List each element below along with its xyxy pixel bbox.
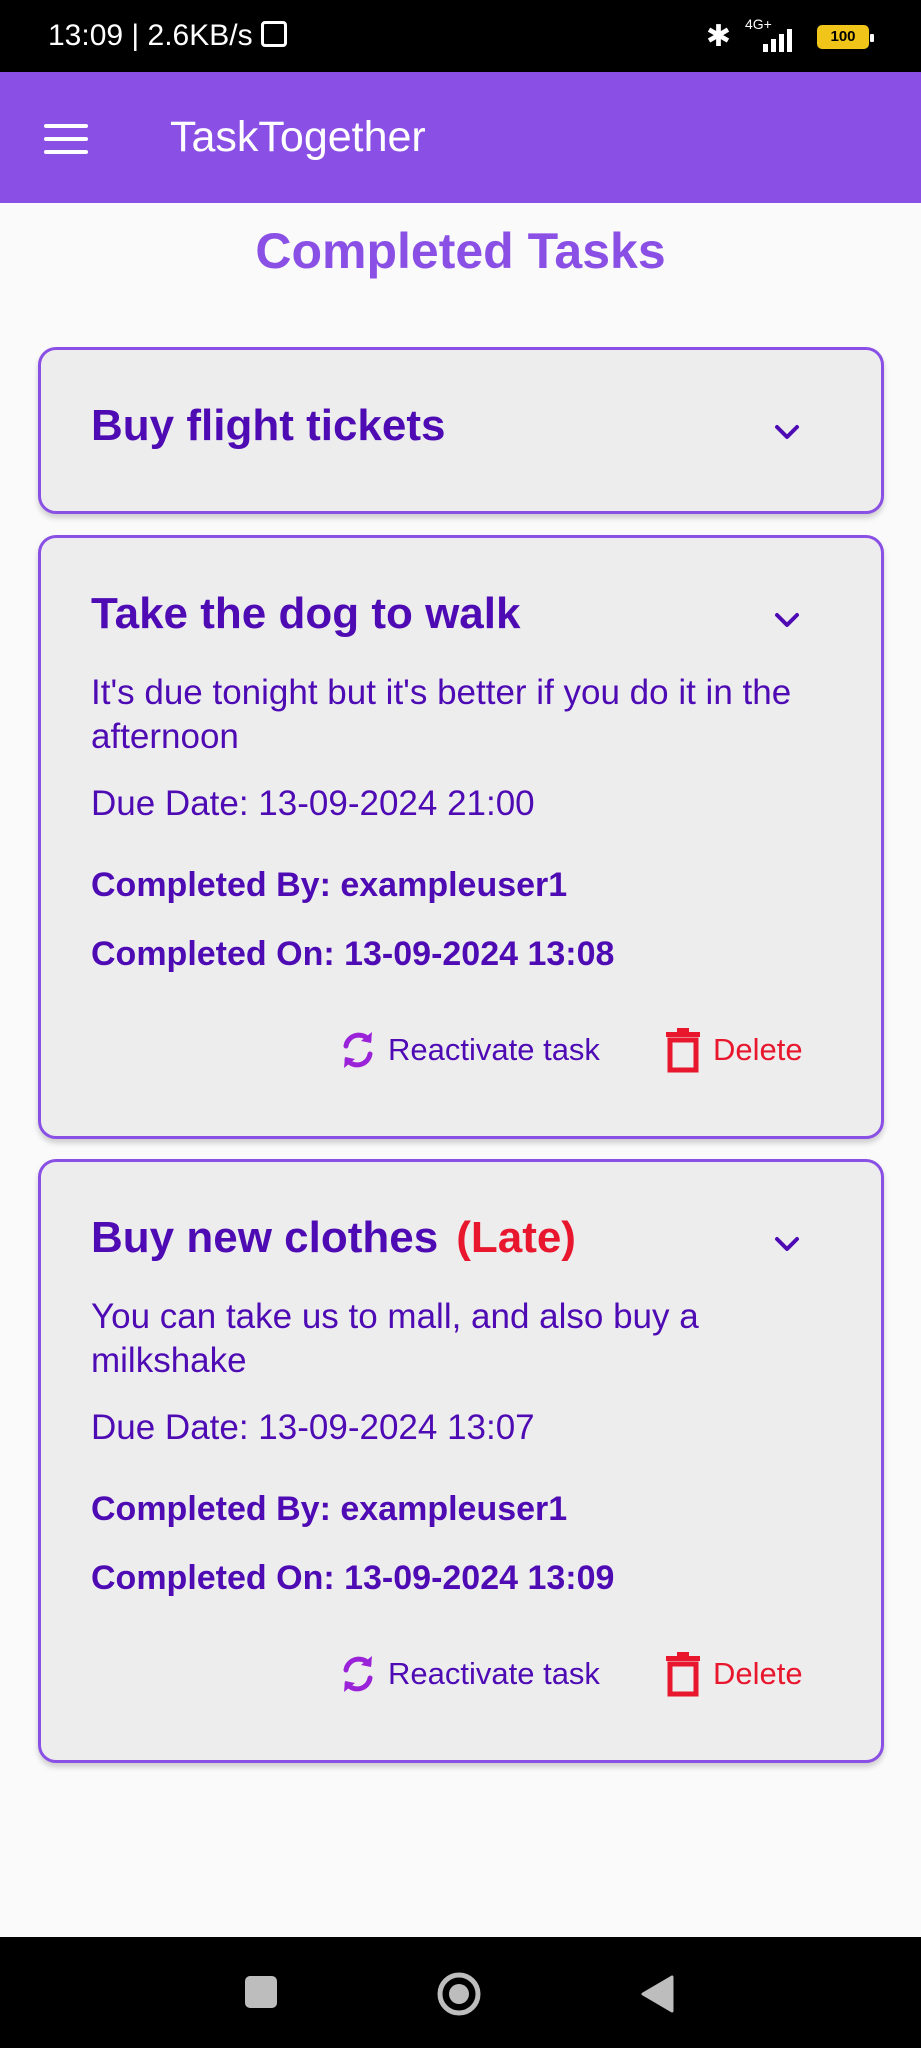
- menu-icon[interactable]: [44, 124, 88, 154]
- chevron-down-icon[interactable]: [773, 418, 801, 446]
- recents-button[interactable]: [245, 1976, 277, 2008]
- task-title: Buy flight tickets: [91, 401, 446, 450]
- trash-icon: [666, 1652, 700, 1697]
- delete-button[interactable]: Delete: [661, 1026, 803, 1074]
- reactivate-task-button[interactable]: Reactivate task: [336, 1026, 600, 1074]
- back-button[interactable]: [640, 1975, 674, 2013]
- nfc-icon: [260, 21, 287, 48]
- chevron-down-icon[interactable]: [773, 606, 801, 634]
- chevron-down-icon[interactable]: [773, 1230, 801, 1258]
- task-title: Buy new clothes (Late): [91, 1213, 576, 1263]
- home-button[interactable]: [436, 1971, 482, 2017]
- delete-button[interactable]: Delete: [661, 1650, 803, 1698]
- late-badge: (Late): [456, 1213, 576, 1262]
- reactivate-task-button[interactable]: Reactivate task: [336, 1650, 600, 1698]
- task-card[interactable]: Take the dog to walk It's due tonight bu…: [38, 535, 884, 1139]
- page-title: Completed Tasks: [255, 223, 666, 279]
- task-completed-on: Completed On: 13-09-2024 13:08: [91, 935, 615, 973]
- status-bar: 13:09 | 2.6KB/s ✱ 4G+ 100: [0, 0, 921, 72]
- app-title: TaskTogether: [170, 113, 426, 161]
- delete-label: Delete: [713, 1032, 803, 1067]
- task-completed-by: Completed By: exampleuser1: [91, 866, 568, 904]
- task-due-date: Due Date: 13-09-2024 13:07: [91, 1408, 535, 1447]
- app-bar: TaskTogether: [0, 72, 921, 203]
- task-due-date: Due Date: 13-09-2024 21:00: [91, 784, 535, 823]
- trash-icon: [666, 1028, 700, 1073]
- refresh-icon: [343, 1032, 373, 1068]
- reactivate-label: Reactivate task: [388, 1656, 600, 1691]
- status-icons: ✱ 4G+ 100: [705, 16, 874, 53]
- signal-icon: 4G+: [745, 16, 803, 52]
- task-completed-by: Completed By: exampleuser1: [91, 1490, 568, 1528]
- task-completed-on: Completed On: 13-09-2024 13:09: [91, 1559, 615, 1597]
- task-description: It's due tonight but it's better if you …: [91, 673, 792, 756]
- task-description: You can take us to mall, and also buy a …: [91, 1297, 699, 1380]
- status-time-text: 13:09 | 2.6KB/s: [48, 19, 253, 52]
- task-card[interactable]: Buy flight tickets: [38, 347, 884, 514]
- system-nav-bar: [0, 1937, 921, 2048]
- battery-level: 100: [830, 28, 856, 45]
- battery-icon: 100: [817, 25, 874, 49]
- task-card[interactable]: Buy new clothes (Late) You can take us to…: [38, 1159, 884, 1763]
- task-title-text: Buy new clothes: [91, 1213, 439, 1262]
- delete-label: Delete: [713, 1656, 803, 1691]
- bluetooth-icon: ✱: [705, 20, 731, 53]
- task-title: Take the dog to walk: [91, 589, 521, 638]
- refresh-icon: [343, 1656, 373, 1692]
- reactivate-label: Reactivate task: [388, 1032, 600, 1067]
- status-time: 13:09 | 2.6KB/s: [48, 0, 287, 81]
